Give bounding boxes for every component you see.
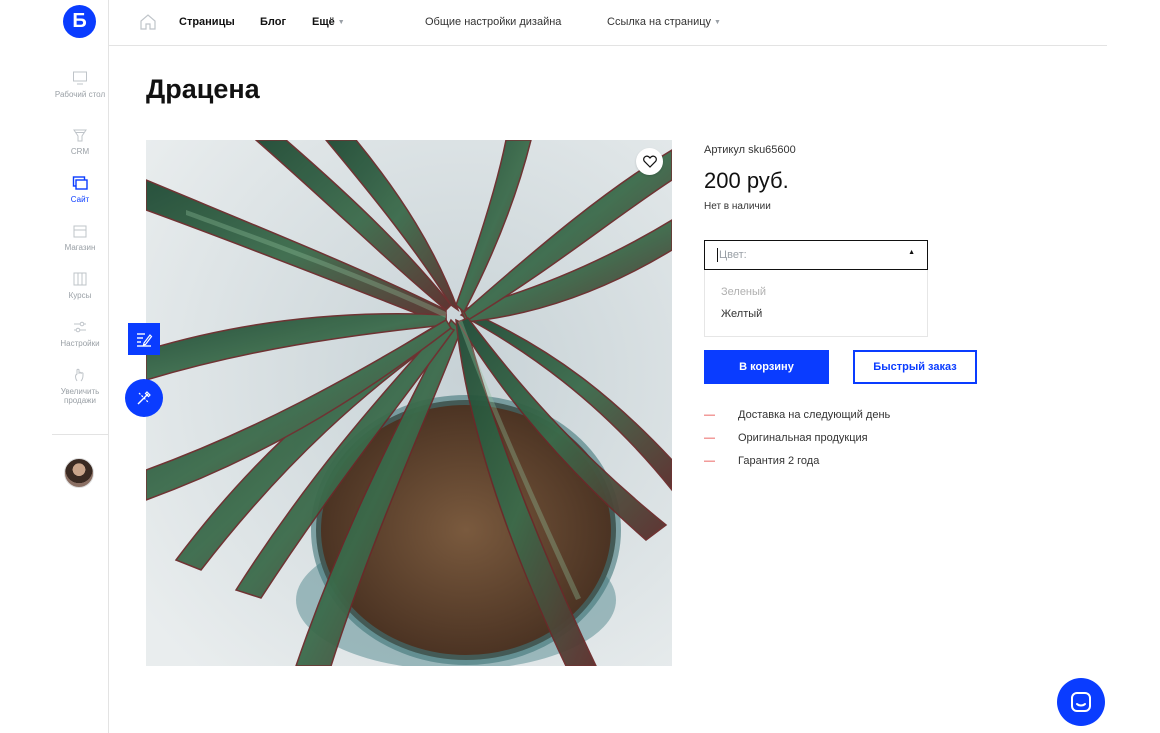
color-select-placeholder: Цвет: [719,249,747,261]
sidebar-item-courses[interactable]: Курсы [52,271,108,300]
product-image [146,140,672,666]
design-tools-button[interactable] [125,379,163,417]
chevron-down-icon: ▼ [337,19,345,26]
color-option-yellow[interactable]: Желтый [721,308,762,320]
dash-icon: — [704,455,715,467]
sidebar-item-crm[interactable]: CRM [52,127,108,156]
sidebar-item-label: Магазин [64,243,96,252]
feature-text: Доставка на следующий день [738,409,891,421]
dash-icon: — [704,432,715,444]
hand-icon [75,368,84,382]
nav-more[interactable]: Ещё ▼ [312,16,345,28]
sidebar-item-label: Настройки [60,339,100,348]
page-link-label: Ссылка на страницу [607,16,712,28]
product-sku: Артикул sku65600 [704,144,796,156]
sidebar-item-label: Рабочий стол [54,90,106,99]
color-dropdown: Зеленый Желтый [704,270,928,337]
sidebar-item-store[interactable]: Магазин [52,223,108,252]
chevron-up-icon: ▲ [908,249,915,256]
design-settings-link[interactable]: Общие настройки дизайна [425,16,561,28]
sidebar-item-settings[interactable]: Настройки [52,319,108,348]
feature-text: Оригинальная продукция [738,432,868,444]
plant-photo [146,140,672,666]
nav-more-label: Ещё [312,16,335,28]
home-icon[interactable] [139,13,157,31]
sidebar-item-site[interactable]: Сайт [52,175,108,204]
feature-item: — Гарантия 2 года [704,455,819,467]
quick-order-button[interactable]: Быстрый заказ [853,350,977,384]
store-icon [73,225,87,238]
sidebar-item-dashboard[interactable]: Рабочий стол [52,70,108,99]
nav-pages[interactable]: Страницы [179,16,235,28]
left-sidebar: Б Рабочий стол CRM Сайт Магазин Курсы На… [0,0,109,733]
sidebar-item-label: Сайт [70,195,90,204]
nav-blog[interactable]: Блог [260,16,286,28]
feature-text: Гарантия 2 года [738,455,820,467]
sidebar-item-label: CRM [70,147,90,156]
feature-item: — Оригинальная продукция [704,432,868,444]
dash-icon: — [704,409,715,421]
feature-item: — Доставка на следующий день [704,409,890,421]
heart-icon [642,155,657,168]
courses-icon [73,272,87,286]
funnel-icon [73,129,87,142]
add-to-cart-button[interactable]: В корзину [704,350,829,384]
chevron-down-icon: ▼ [714,19,721,26]
top-bar: Страницы Блог Ещё ▼ Общие настройки дизай… [109,0,1107,46]
edit-text-icon [137,333,153,347]
product-price: 200 руб. [704,168,789,193]
chat-button[interactable] [1057,678,1105,726]
avatar[interactable] [64,458,94,488]
sidebar-item-label: Увеличить продажи [60,387,100,405]
chat-icon [1071,692,1091,712]
logo[interactable]: Б [63,5,96,38]
text-cursor [717,248,718,262]
sidebar-divider [52,434,109,435]
stock-status: Нет в наличии [704,201,771,212]
page-title: Драцена [146,74,260,104]
sidebar-item-label: Курсы [68,291,92,300]
sidebar-item-sales[interactable]: Увеличить продажи [52,367,108,405]
page-link-dropdown[interactable]: Ссылка на страницу ▼ [607,16,721,28]
favorite-button[interactable] [636,148,663,175]
edit-block-button[interactable] [128,323,160,355]
site-icon [72,176,88,190]
color-select[interactable]: Цвет: ▲ [704,240,928,270]
monitor-icon [73,71,87,85]
tools-icon [137,391,151,405]
color-option-green: Зеленый [721,286,767,298]
sliders-icon [74,321,86,333]
